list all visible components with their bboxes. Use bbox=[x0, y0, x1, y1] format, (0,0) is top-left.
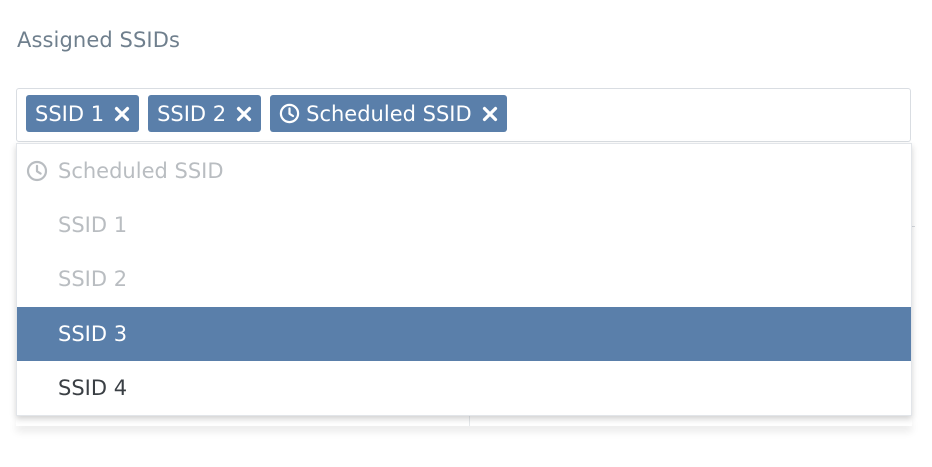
chip-label: SSID 2 bbox=[157, 101, 227, 126]
ssid-multiselect[interactable]: SSID 1 SSID 2 Scheduled SSID bbox=[16, 88, 911, 142]
chip-scheduled-ssid: Scheduled SSID bbox=[270, 95, 507, 132]
chip-ssid-1: SSID 1 bbox=[26, 95, 140, 132]
option-label: Scheduled SSID bbox=[58, 159, 224, 183]
close-icon[interactable] bbox=[113, 105, 131, 123]
selected-chips: SSID 1 SSID 2 Scheduled SSID bbox=[26, 95, 507, 132]
option-scheduled-ssid: Scheduled SSID bbox=[17, 144, 911, 198]
clock-icon bbox=[279, 103, 300, 124]
option-label: SSID 4 bbox=[58, 376, 128, 400]
ssid-dropdown-menu: Scheduled SSID SSID 1 SSID 2 SSID 3 SSID… bbox=[16, 143, 912, 416]
close-icon[interactable] bbox=[235, 105, 253, 123]
option-ssid-4[interactable]: SSID 4 bbox=[17, 361, 911, 415]
chip-ssid-2: SSID 2 bbox=[148, 95, 262, 132]
dropdown-shadow bbox=[16, 416, 912, 426]
option-ssid-2: SSID 2 bbox=[17, 252, 911, 306]
chip-label: SSID 1 bbox=[35, 101, 105, 126]
option-label: SSID 1 bbox=[58, 213, 128, 237]
field-label: Assigned SSIDs bbox=[17, 28, 181, 52]
option-label: SSID 3 bbox=[58, 322, 128, 346]
chip-label: Scheduled SSID bbox=[306, 101, 472, 126]
option-ssid-1: SSID 1 bbox=[17, 198, 911, 252]
option-ssid-3[interactable]: SSID 3 bbox=[17, 307, 911, 361]
clock-icon bbox=[26, 160, 48, 182]
close-icon[interactable] bbox=[481, 105, 499, 123]
option-label: SSID 2 bbox=[58, 267, 128, 291]
